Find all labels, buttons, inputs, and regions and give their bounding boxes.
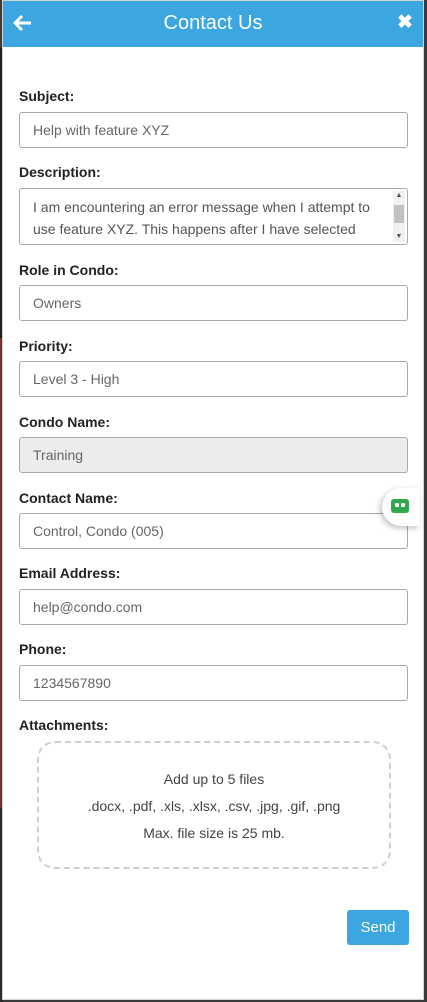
chat-bot-eye	[395, 503, 399, 507]
contact-name-label: Contact Name:	[19, 490, 118, 506]
email-label: Email Address:	[19, 565, 121, 581]
subject-field-group: Subject: Help with feature XYZ	[19, 87, 409, 148]
attachments-dropzone[interactable]: Add up to 5 files .docx, .pdf, .xls, .xl…	[37, 741, 391, 869]
email-field-group: Email Address: help@condo.com	[19, 564, 409, 625]
modal-title: Contact Us	[163, 12, 263, 34]
close-icon: ✖	[397, 12, 413, 33]
priority-field-group: Priority: Level 3 - High	[19, 337, 409, 397]
send-button[interactable]: Send	[347, 910, 409, 945]
chat-bot-eye	[401, 503, 405, 507]
condo-name-field-group: Condo Name: Training	[19, 413, 409, 473]
contact-us-modal: Contact Us ✖ Subject: Help with feature …	[2, 0, 424, 1000]
description-scrollbar[interactable]: ▲ ▼	[393, 191, 405, 242]
description-label: Description:	[19, 164, 101, 180]
priority-label: Priority:	[19, 338, 73, 354]
condo-name-input: Training	[19, 437, 408, 473]
dropzone-limit-text: Add up to 5 files	[163, 771, 265, 787]
attachments-label: Attachments:	[19, 717, 109, 733]
role-select[interactable]: Owners	[19, 285, 408, 321]
role-label: Role in Condo:	[19, 262, 119, 278]
modal-header: Contact Us ✖	[3, 1, 423, 47]
subject-label: Subject:	[19, 88, 75, 104]
chat-bot-icon	[391, 499, 409, 513]
condo-name-label: Condo Name:	[19, 414, 110, 430]
scroll-up-icon[interactable]: ▲	[393, 191, 405, 201]
phone-input[interactable]: 1234567890	[19, 665, 408, 701]
scroll-thumb[interactable]	[394, 205, 404, 223]
phone-label: Phone:	[19, 641, 67, 657]
dropzone-types-text: .docx, .pdf, .xls, .xlsx, .csv, .jpg, .g…	[87, 798, 341, 814]
scroll-down-icon[interactable]: ▼	[393, 232, 405, 242]
attachments-field-group: Attachments:	[19, 716, 409, 734]
email-input[interactable]: help@condo.com	[19, 589, 408, 625]
description-text: I am encountering an error message when …	[33, 199, 370, 244]
phone-field-group: Phone: 1234567890	[19, 640, 409, 701]
description-textarea[interactable]: I am encountering an error message when …	[19, 188, 408, 245]
chat-widget-button[interactable]	[382, 488, 420, 526]
description-field-group: Description: I am encountering an error …	[19, 163, 409, 245]
contact-name-field-group: Contact Name: Control, Condo (005)	[19, 489, 409, 549]
contact-name-input[interactable]: Control, Condo (005)	[19, 513, 408, 549]
role-field-group: Role in Condo: Owners	[19, 261, 409, 321]
close-button[interactable]: ✖	[396, 13, 414, 33]
priority-select[interactable]: Level 3 - High	[19, 361, 408, 397]
dropzone-size-text: Max. file size is 25 mb.	[143, 825, 285, 841]
subject-input[interactable]: Help with feature XYZ	[19, 112, 408, 148]
